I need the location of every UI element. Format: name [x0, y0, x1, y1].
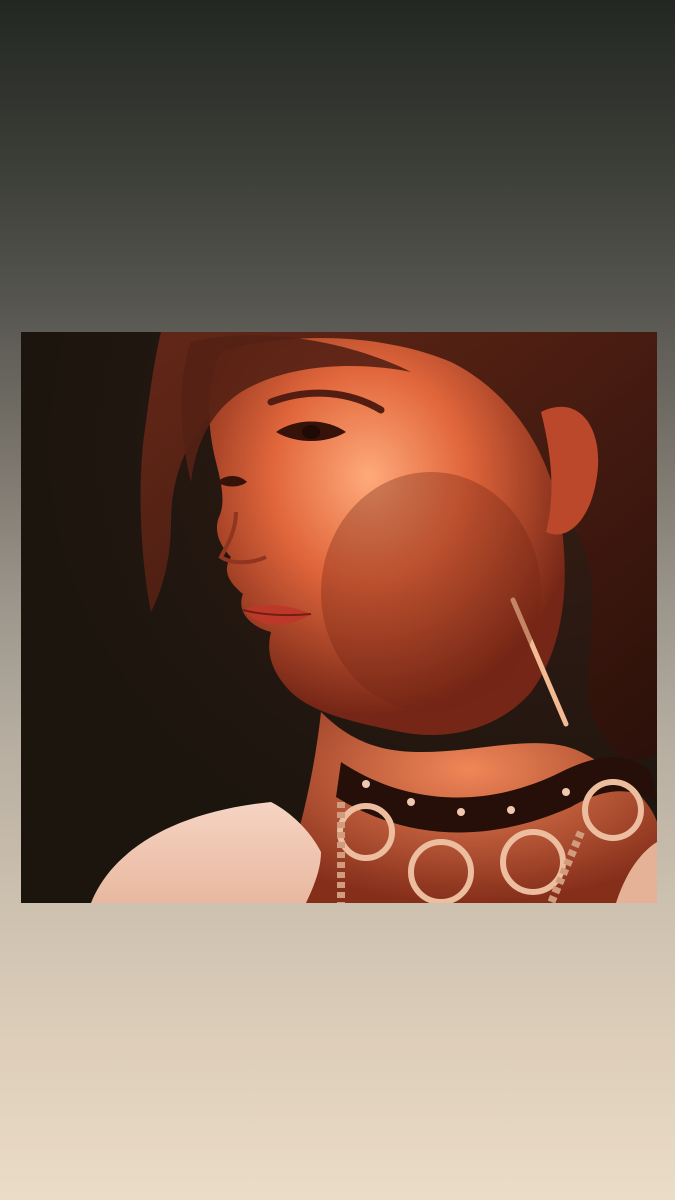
story-photo[interactable]: [21, 332, 657, 903]
portrait-image: [21, 332, 657, 903]
